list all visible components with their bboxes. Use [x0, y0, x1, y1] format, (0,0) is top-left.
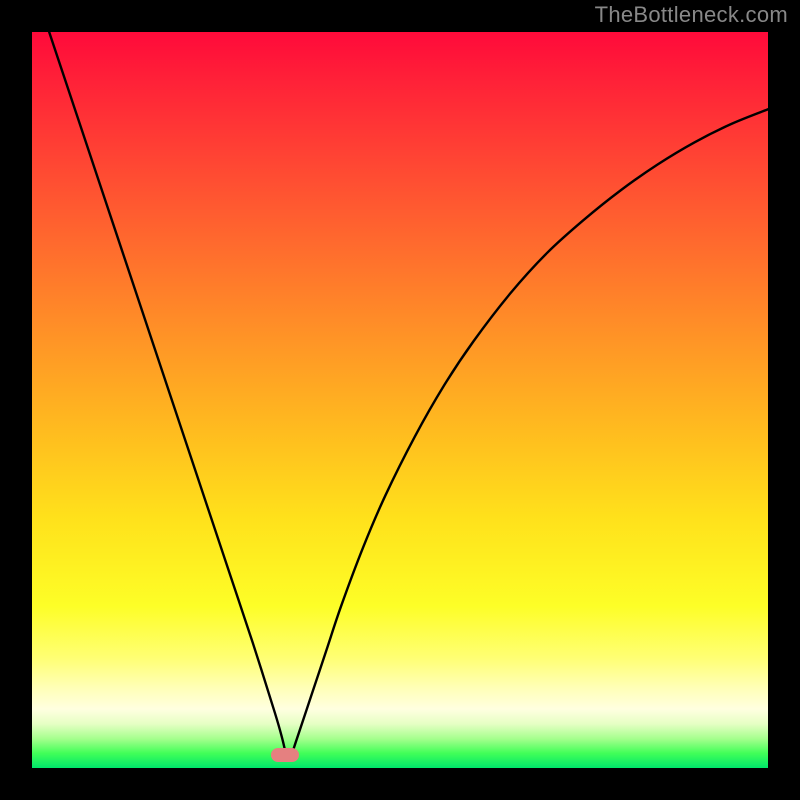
bottleneck-curve — [32, 32, 768, 768]
chart-frame: TheBottleneck.com — [0, 0, 800, 800]
watermark-label: TheBottleneck.com — [595, 2, 788, 28]
plot-area — [32, 32, 768, 768]
notch-marker — [271, 748, 299, 762]
